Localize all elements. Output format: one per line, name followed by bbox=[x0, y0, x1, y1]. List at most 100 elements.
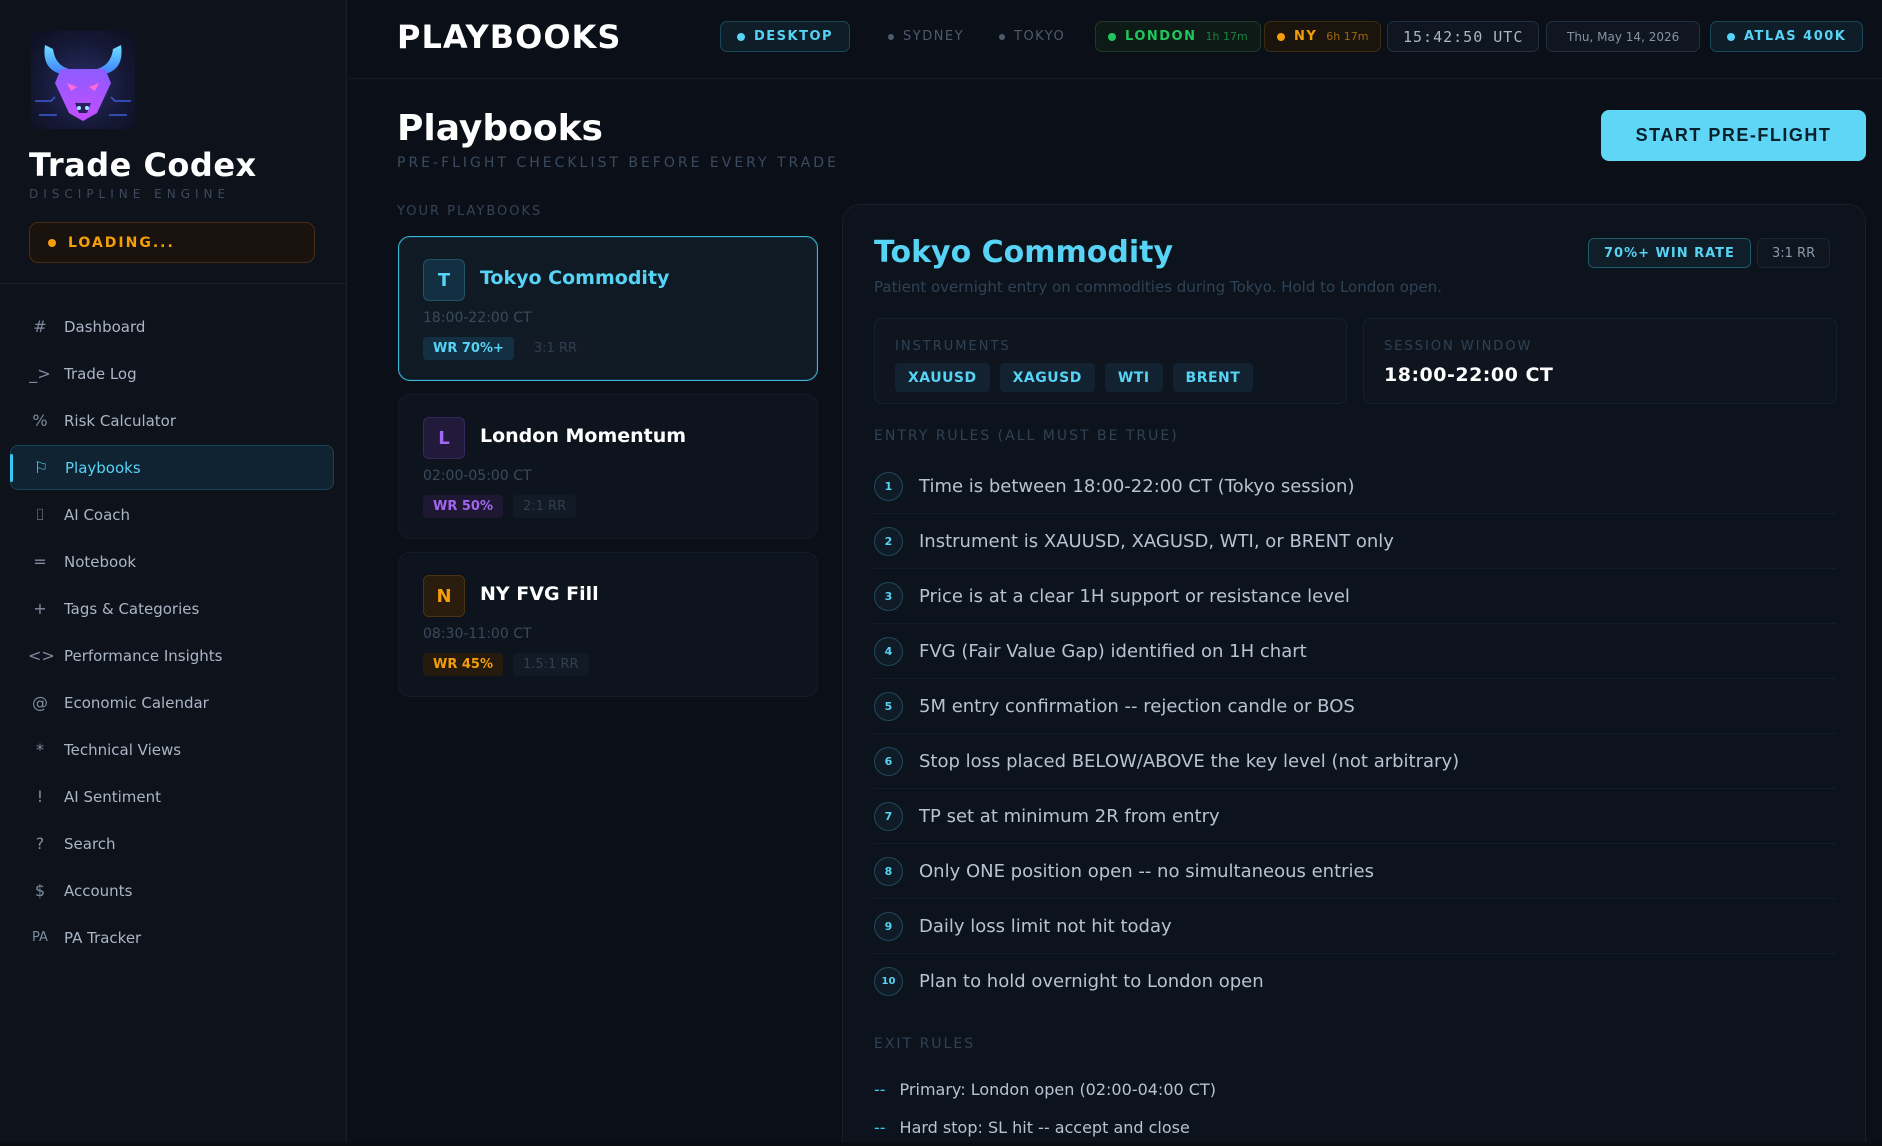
playbook-name: Tokyo Commodity bbox=[480, 267, 670, 289]
mode-label: DESKTOP bbox=[754, 29, 834, 44]
rule-number: 5 bbox=[874, 691, 903, 721]
page-title: Playbooks bbox=[397, 108, 603, 149]
entry-rule[interactable]: 2 Instrument is XAUUSD, XAGUSD, WTI, or B… bbox=[874, 514, 1836, 569]
sidebar-item-accounts[interactable]: $ Accounts bbox=[10, 868, 334, 913]
instruments-label: INSTRUMENTS bbox=[895, 339, 1011, 354]
entry-rule[interactable]: 10 Plan to hold overnight to London open bbox=[874, 954, 1836, 1009]
sidebar-item-label: Notebook bbox=[64, 552, 137, 571]
session-dot-icon bbox=[999, 33, 1005, 40]
playbook-tags: WR 70%+ 3:1 RR bbox=[423, 337, 588, 360]
session-window-label: SESSION WINDOW bbox=[1384, 339, 1533, 354]
exit-rule-text: Hard stop: SL hit -- accept and close bbox=[899, 1117, 1190, 1137]
brand-title: Trade Codex bbox=[29, 146, 257, 184]
sidebar-item-label: AI Sentiment bbox=[64, 787, 161, 806]
session-window-box: SESSION WINDOW 18:00-22:00 CT bbox=[1363, 318, 1837, 404]
entry-rule[interactable]: 8 Only ONE position open -- no simultaneo… bbox=[874, 844, 1836, 899]
rule-text: Time is between 18:00-22:00 CT (Tokyo se… bbox=[919, 475, 1355, 497]
entry-rules-label: ENTRY RULES (ALL MUST BE TRUE) bbox=[874, 428, 1179, 444]
playbook-card-tokyo[interactable]: T Tokyo Commodity 18:00-22:00 CT WR 70%+… bbox=[398, 236, 818, 381]
account-chip[interactable]: ATLAS 400K bbox=[1710, 21, 1864, 52]
playbook-tags: WR 45% 1.5:1 RR bbox=[423, 653, 589, 676]
sidebar-item-notebook[interactable]: = Notebook bbox=[10, 539, 334, 584]
sidebar-item-tags[interactable]: + Tags & Categories bbox=[10, 586, 334, 631]
percent-icon: % bbox=[32, 411, 48, 430]
instrument-tag: WTI bbox=[1104, 363, 1163, 392]
playbook-time: 02:00-05:00 CT bbox=[423, 468, 532, 484]
sidebar-item-label: AI Coach bbox=[64, 505, 131, 524]
winrate-tag: WR 50% bbox=[423, 495, 503, 518]
date-display: Thu, May 14, 2026 bbox=[1546, 21, 1701, 52]
sidebar-divider bbox=[0, 283, 347, 284]
rule-number: 10 bbox=[874, 967, 903, 996]
playbook-card-london[interactable]: L London Momentum 02:00-05:00 CT WR 50% … bbox=[398, 394, 818, 539]
entry-rule[interactable]: 9 Daily loss limit not hit today bbox=[874, 899, 1836, 954]
utc-clock: 15:42:50 UTC bbox=[1387, 21, 1540, 52]
bull-logo-icon[interactable] bbox=[31, 31, 135, 129]
instrument-tag: XAGUSD bbox=[999, 363, 1095, 392]
sidebar-item-pa-tracker[interactable]: PA PA Tracker bbox=[10, 915, 334, 960]
rr-tag: 2:1 RR bbox=[513, 495, 577, 518]
sidebar-item-search[interactable]: ? Search bbox=[10, 821, 334, 866]
session-sydney: SYDNEY bbox=[872, 21, 980, 52]
playbook-detail-panel: Tokyo Commodity Patient overnight entry … bbox=[842, 204, 1866, 1146]
rule-text: Instrument is XAUUSD, XAGUSD, WTI, or BR… bbox=[919, 530, 1394, 552]
account-label: ATLAS 400K bbox=[1744, 29, 1847, 44]
sidebar-item-label: Search bbox=[64, 834, 116, 853]
flag-icon: ⚐ bbox=[33, 458, 49, 477]
start-preflight-button[interactable]: START PRE-FLIGHT bbox=[1601, 110, 1866, 161]
session-name: NY bbox=[1294, 29, 1318, 44]
instrument-tag: BRENT bbox=[1172, 363, 1254, 392]
session-tokyo: TOKYO bbox=[983, 21, 1081, 52]
sidebar: Trade Codex DISCIPLINE ENGINE LOADING...… bbox=[0, 0, 347, 1146]
status-pill: LOADING... bbox=[29, 222, 315, 263]
entry-rule[interactable]: 1 Time is between 18:00-22:00 CT (Tokyo s… bbox=[874, 459, 1836, 514]
playbook-time: 18:00-22:00 CT bbox=[423, 310, 532, 326]
session-dot-icon bbox=[888, 33, 894, 40]
sidebar-item-risk-calculator[interactable]: % Risk Calculator bbox=[10, 398, 334, 443]
asterisk-icon: * bbox=[36, 740, 44, 759]
hash-icon: # bbox=[33, 317, 47, 336]
rule-text: FVG (Fair Value Gap) identified on 1H ch… bbox=[919, 640, 1307, 662]
at-icon: @ bbox=[32, 693, 48, 712]
sidebar-item-ai-coach[interactable]: ⌷ AI Coach bbox=[10, 492, 334, 537]
sidebar-item-label: Dashboard bbox=[64, 317, 146, 336]
exclamation-icon: ! bbox=[36, 787, 44, 806]
entry-rule[interactable]: 5 5M entry confirmation -- rejection cand… bbox=[874, 679, 1836, 734]
sidebar-item-economic-calendar[interactable]: @ Economic Calendar bbox=[10, 680, 334, 725]
detail-title: Tokyo Commodity bbox=[874, 235, 1174, 270]
rule-text: Only ONE position open -- no simultaneou… bbox=[919, 860, 1375, 882]
bottom-edge bbox=[0, 1142, 1882, 1146]
exit-rule: -- Hard stop: SL hit -- accept and close bbox=[874, 1115, 1190, 1139]
sidebar-item-playbooks[interactable]: ⚐ Playbooks bbox=[10, 445, 334, 490]
entry-rule[interactable]: 4 FVG (Fair Value Gap) identified on 1H c… bbox=[874, 624, 1836, 679]
entry-rule[interactable]: 7 TP set at minimum 2R from entry bbox=[874, 789, 1836, 844]
date-text: Thu, May 14, 2026 bbox=[1567, 29, 1680, 44]
rule-text: Price is at a clear 1H support or resist… bbox=[919, 585, 1350, 607]
session-name: TOKYO bbox=[1014, 29, 1066, 44]
sidebar-item-technical-views[interactable]: * Technical Views bbox=[10, 727, 334, 772]
session-london: LONDON 1h 17m bbox=[1095, 21, 1261, 52]
entry-rule[interactable]: 6 Stop loss placed BELOW/ABOVE the key le… bbox=[874, 734, 1836, 789]
sidebar-item-dashboard[interactable]: # Dashboard bbox=[10, 304, 334, 349]
entry-rule[interactable]: 3 Price is at a clear 1H support or resis… bbox=[874, 569, 1836, 624]
brand-subtitle: DISCIPLINE ENGINE bbox=[29, 187, 231, 201]
terminal-icon: _> bbox=[29, 364, 51, 383]
session-name: SYDNEY bbox=[903, 29, 965, 44]
lines-icon: = bbox=[33, 552, 47, 571]
entry-rules-list: 1 Time is between 18:00-22:00 CT (Tokyo s… bbox=[874, 459, 1836, 1009]
dollar-icon: $ bbox=[34, 881, 46, 900]
rr-badge: 3:1 RR bbox=[1757, 238, 1831, 268]
exit-rule: -- Primary: London open (02:00-04:00 CT) bbox=[874, 1077, 1216, 1101]
mode-chip[interactable]: DESKTOP bbox=[720, 21, 851, 52]
sidebar-item-label: Economic Calendar bbox=[64, 693, 209, 712]
sidebar-item-label: Performance Insights bbox=[64, 646, 223, 665]
mode-dot-icon bbox=[737, 32, 745, 41]
winrate-tag: WR 45% bbox=[423, 653, 503, 676]
sidebar-item-label: PA Tracker bbox=[64, 928, 142, 947]
sidebar-item-ai-sentiment[interactable]: ! AI Sentiment bbox=[10, 774, 334, 819]
sidebar-item-trade-log[interactable]: _> Trade Log bbox=[10, 351, 334, 396]
sidebar-item-performance[interactable]: <> Performance Insights bbox=[10, 633, 334, 678]
playbooks-list-label: YOUR PLAYBOOKS bbox=[397, 204, 543, 219]
dash-icon: -- bbox=[874, 1079, 886, 1099]
playbook-card-ny[interactable]: N NY FVG Fill 08:30-11:00 CT WR 45% 1.5:… bbox=[398, 552, 818, 697]
